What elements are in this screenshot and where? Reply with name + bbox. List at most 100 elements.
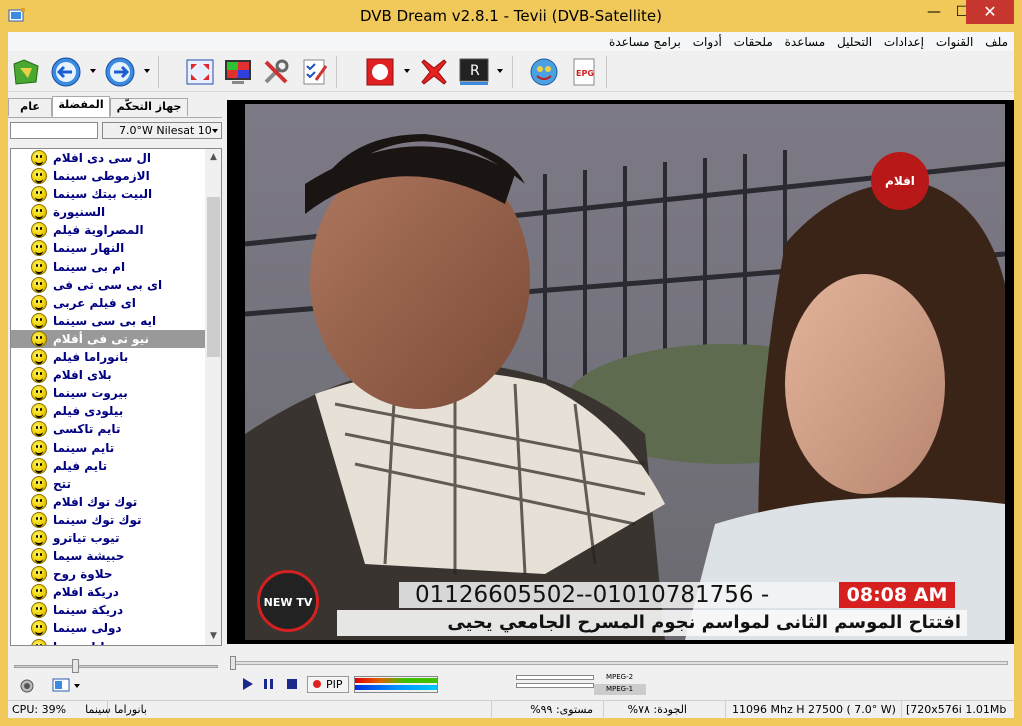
signal-quality-meter <box>355 685 437 690</box>
forward-icon[interactable] <box>104 56 136 88</box>
satellite-icon[interactable] <box>528 56 560 88</box>
seek-bar[interactable] <box>230 656 1012 670</box>
channel-row[interactable]: دريكة افلام <box>11 583 205 601</box>
window-title: DVB Dream v2.8.1 - Tevii (DVB-Satellite) <box>360 7 662 25</box>
display-mode-dropdown-icon[interactable] <box>74 684 80 688</box>
channel-row[interactable]: نيو تى فى أفلام <box>11 329 205 349</box>
smiley-icon <box>31 511 47 528</box>
checklist-icon[interactable] <box>298 56 330 88</box>
menu-utilities[interactable]: برامج مساعدة <box>605 32 685 51</box>
channel-row[interactable]: اى بى سى تى فى <box>11 276 205 294</box>
video-area[interactable]: افلام 01126605502--01010781756 - 08:08 A… <box>227 100 1014 644</box>
channel-row[interactable]: اى فيلم عربى <box>11 294 205 312</box>
toolbar: R EPG <box>8 52 1014 92</box>
channel-row[interactable]: تايم تاكسى <box>11 420 205 438</box>
seek-knob[interactable] <box>230 656 236 670</box>
channel-name: تتح <box>53 476 72 491</box>
epg-icon[interactable]: EPG <box>568 56 600 88</box>
close-button[interactable]: ✕ <box>966 0 1014 24</box>
tab-favorites[interactable]: المفضلة <box>52 96 110 117</box>
tab-remote[interactable]: جهاز التحكّم <box>110 98 188 116</box>
record-dropdown-icon[interactable] <box>404 69 410 73</box>
channel-list[interactable]: ال سى دى افلام الازموطى سينما البيت بيتك س… <box>10 148 222 646</box>
fullscreen-icon[interactable] <box>184 56 216 88</box>
channel-row[interactable]: تايم فيلم <box>11 457 205 475</box>
smiley-icon <box>31 204 47 221</box>
smiley-icon <box>31 385 47 402</box>
satellite-select-value: 7.0°W Nilesat 10 <box>119 124 212 137</box>
back-icon[interactable] <box>50 56 82 88</box>
channel-row[interactable]: بيلودى فيلم <box>11 402 205 420</box>
rec-dropdown-icon[interactable] <box>497 69 503 73</box>
channel-row[interactable]: البيت بيتك سينما <box>11 185 205 203</box>
menu-file[interactable]: ملف <box>981 32 1012 51</box>
volume-track <box>14 665 218 668</box>
channel-name: توك توك سينما <box>53 512 142 527</box>
mpeg2-label: MPEG-2 <box>606 673 634 681</box>
menu-settings[interactable]: إعدادات <box>880 32 928 51</box>
channel-row[interactable]: النهار سينما <box>11 239 205 257</box>
channel-row[interactable]: توك توك افلام <box>11 493 205 511</box>
menu-help[interactable]: مساعدة <box>781 32 830 51</box>
channel-row[interactable]: دريكة سينما <box>11 601 205 619</box>
toolbar-separator <box>158 56 159 88</box>
scroll-thumb[interactable] <box>207 197 220 357</box>
channel-row[interactable]: دولى سينما <box>11 619 205 637</box>
smiley-icon <box>31 186 47 203</box>
channel-row[interactable]: الازموطى سينما <box>11 167 205 185</box>
stop-icon[interactable] <box>283 675 301 693</box>
channel-name: ايه بى سى سينما <box>53 313 157 328</box>
channel-name: دريكة افلام <box>53 585 119 600</box>
color-icon[interactable] <box>222 56 254 88</box>
channel-name: دريكة سينما <box>53 603 124 618</box>
channel-search-input[interactable] <box>10 122 98 139</box>
title-bar[interactable]: DVB Dream v2.8.1 - Tevii (DVB-Satellite)… <box>0 0 1022 32</box>
status-quality: الجودة: ٧٨% <box>604 701 726 719</box>
channel-row[interactable]: بيروت سينما <box>11 384 205 402</box>
channel-row[interactable]: ال سى دى افلام <box>11 149 205 167</box>
epg-label: EPG <box>576 69 594 78</box>
play-icon[interactable] <box>238 675 256 693</box>
scroll-up-icon[interactable]: ▲ <box>205 149 221 166</box>
channel-row[interactable]: دوتانا سينما <box>11 638 205 645</box>
smiley-icon <box>31 620 47 637</box>
channel-row[interactable]: تيوب تياترو <box>11 529 205 547</box>
back-dropdown-icon[interactable] <box>90 69 96 73</box>
menu-plugins[interactable]: ملحقات <box>730 32 777 51</box>
pause-icon[interactable] <box>260 675 278 693</box>
satellite-select[interactable]: 7.0°W Nilesat 10 <box>102 122 222 139</box>
channel-row[interactable]: ام بى سينما <box>11 258 205 276</box>
channel-row[interactable]: تايم سينما <box>11 439 205 457</box>
channel-name: المصراوية فيلم <box>53 223 144 238</box>
delete-icon[interactable] <box>418 56 450 88</box>
channel-row[interactable]: بانوراما فيلم <box>11 348 205 366</box>
speaker-icon[interactable] <box>20 679 34 693</box>
display-mode-icon[interactable] <box>52 678 70 694</box>
channel-row[interactable]: بلاى افلام <box>11 366 205 384</box>
record-icon[interactable] <box>364 56 396 88</box>
rec-display-icon[interactable]: R <box>458 56 490 88</box>
channel-row[interactable]: حلاوة روح <box>11 565 205 583</box>
channel-row[interactable]: حبيشة سيما <box>11 547 205 565</box>
menu-tools[interactable]: أدوات <box>689 32 726 51</box>
channel-name: البيت بيتك سينما <box>53 187 153 202</box>
forward-dropdown-icon[interactable] <box>144 69 150 73</box>
menu-channels[interactable]: القنوات <box>932 32 978 51</box>
volume-knob[interactable] <box>72 659 79 673</box>
channel-list-scrollbar[interactable]: ▲ ▼ <box>205 149 221 645</box>
scroll-down-icon[interactable]: ▼ <box>205 628 221 645</box>
channel-name: نيو تى فى أفلام <box>53 331 149 346</box>
scan-icon[interactable] <box>10 56 42 88</box>
menu-analysis[interactable]: التحليل <box>833 32 876 51</box>
volume-slider[interactable] <box>10 659 222 673</box>
channel-row[interactable]: تتح <box>11 475 205 493</box>
channel-row[interactable]: ايه بى سى سينما <box>11 312 205 330</box>
channel-row[interactable]: المصراوية فيلم <box>11 221 205 239</box>
tools-icon[interactable] <box>260 56 292 88</box>
toolbar-separator <box>606 56 607 88</box>
smiley-icon <box>31 240 47 257</box>
channel-row[interactable]: السنيورة <box>11 203 205 221</box>
tab-general[interactable]: عام <box>8 98 52 116</box>
channel-row[interactable]: توك توك سينما <box>11 511 205 529</box>
pip-button[interactable]: PIP <box>307 676 349 693</box>
